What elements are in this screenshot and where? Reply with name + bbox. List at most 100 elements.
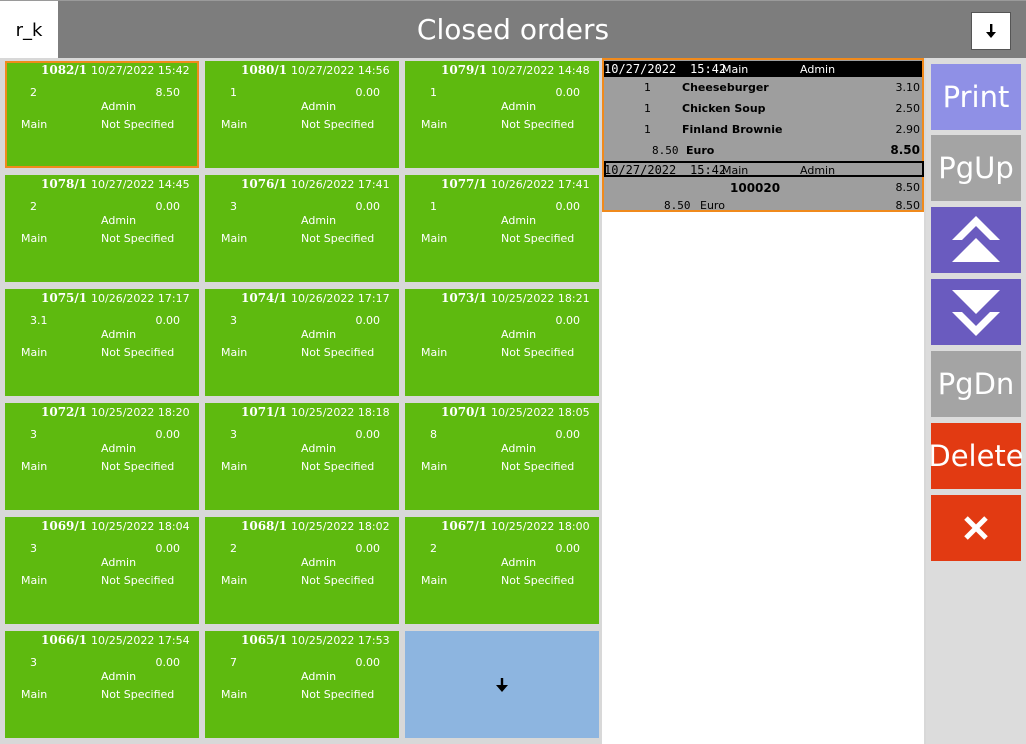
order-tile[interactable]: 1077/1 10/26/2022 17:41 1 Admin Main Not Spec… — [405, 175, 599, 282]
payment-time: 15:42 — [690, 163, 727, 177]
order-amount: 0.00 — [555, 428, 581, 441]
order-number: 1069/1 — [41, 519, 88, 533]
waiter-name: Admin — [301, 328, 337, 341]
item-price: 3.10 — [895, 81, 921, 94]
guest-count: 3 — [30, 428, 37, 441]
order-number: 1075/1 — [41, 291, 88, 305]
close-icon — [964, 516, 988, 540]
hall-name: Main — [21, 118, 48, 131]
order-amount: 0.00 — [355, 656, 381, 669]
receipt-hall: Main — [722, 63, 749, 76]
waiter-name: Admin — [301, 556, 337, 569]
order-datetime: 10/25/2022 18:20 — [91, 406, 190, 419]
guest-count: 3.1 — [30, 314, 48, 327]
order-datetime: 10/25/2022 18:02 — [291, 520, 390, 533]
order-amount: 0.00 — [555, 86, 581, 99]
hall-name: Main — [221, 118, 248, 131]
hall-name: Main — [21, 688, 48, 701]
total-currency: Euro — [686, 144, 715, 157]
delete-button[interactable]: Delete — [928, 423, 1024, 489]
order-datetime: 10/27/2022 15:42 — [91, 64, 190, 77]
order-tile[interactable]: 1066/1 10/25/2022 17:54 3 Admin Main Not Spec… — [5, 631, 199, 738]
hall-name: Main — [421, 574, 448, 587]
action-sidebar: Print PgUp PgDn Delete — [926, 58, 1026, 744]
order-tile[interactable]: 1067/1 10/25/2022 18:00 2 Admin Main Not Spec… — [405, 517, 599, 624]
double-chevron-down-icon — [952, 290, 1000, 336]
more-orders-button[interactable] — [405, 631, 599, 738]
table-name: Not Specified — [501, 232, 575, 245]
close-button[interactable] — [931, 495, 1021, 561]
receipt-header: 10/27/2022 15:42 Main Admin — [604, 61, 922, 77]
order-tile[interactable]: 1070/1 10/25/2022 18:05 8 Admin Main Not Spec… — [405, 403, 599, 510]
order-tile[interactable]: 1080/1 10/27/2022 14:56 1 Admin Main Not Spec… — [205, 61, 399, 168]
receipt-date: 10/27/2022 — [604, 62, 677, 76]
waiter-name: Admin — [501, 328, 537, 341]
order-tile[interactable]: 1075/1 10/26/2022 17:17 3.1 Admin Main Not Sp… — [5, 289, 199, 396]
scroll-down-button[interactable] — [931, 279, 1021, 345]
order-tile[interactable]: 1073/1 10/25/2022 18:21 Admin Main Not Speci… — [405, 289, 599, 396]
table-name: Not Specified — [101, 460, 175, 473]
pgup-button[interactable]: PgUp — [931, 135, 1021, 201]
hall-name: Main — [421, 460, 448, 473]
order-number: 1080/1 — [241, 63, 288, 77]
order-datetime: 10/26/2022 17:17 — [91, 292, 190, 305]
order-amount: 0.00 — [555, 200, 581, 213]
order-amount: 0.00 — [155, 656, 181, 669]
table-name: Not Specified — [301, 688, 375, 701]
table-name: Not Specified — [101, 346, 175, 359]
guest-count: 2 — [430, 542, 437, 555]
waiter-name: Admin — [101, 100, 137, 113]
waiter-name: Admin — [101, 214, 137, 227]
order-number: 1073/1 — [441, 291, 488, 305]
payment-code: 100020 — [730, 181, 781, 195]
order-amount: 0.00 — [555, 542, 581, 555]
order-tile[interactable]: 1074/1 10/26/2022 17:17 3 Admin Main Not Spec… — [205, 289, 399, 396]
guest-count: 3 — [30, 656, 37, 669]
payment-header: 10/27/2022 15:42 Main Admin — [604, 161, 924, 177]
order-number: 1070/1 — [441, 405, 488, 419]
table-name: Not Specified — [301, 232, 375, 245]
order-tile[interactable]: 1069/1 10/25/2022 18:04 3 Admin Main Not Spec… — [5, 517, 199, 624]
header-bar: r_k Closed orders — [0, 0, 1026, 59]
order-datetime: 10/26/2022 17:41 — [291, 178, 390, 191]
arrow-down-icon — [496, 677, 508, 692]
table-name: Not Specified — [501, 460, 575, 473]
print-button[interactable]: Print — [931, 64, 1021, 130]
order-tile[interactable]: 1071/1 10/25/2022 18:18 3 Admin Main Not Spec… — [205, 403, 399, 510]
order-number: 1074/1 — [241, 291, 288, 305]
hall-name: Main — [421, 118, 448, 131]
order-tile[interactable]: 1076/1 10/26/2022 17:41 3 Admin Main Not Spec… — [205, 175, 399, 282]
order-tile[interactable]: 1068/1 10/25/2022 18:02 2 Admin Main Not Spec… — [205, 517, 399, 624]
hall-name: Main — [221, 574, 248, 587]
waiter-name: Admin — [101, 442, 137, 455]
order-datetime: 10/25/2022 18:18 — [291, 406, 390, 419]
total-value: 8.50 — [890, 143, 920, 157]
order-tile[interactable]: 1079/1 10/27/2022 14:48 1 Admin Main Not Spec… — [405, 61, 599, 168]
waiter-name: Admin — [501, 214, 537, 227]
scroll-up-button[interactable] — [931, 207, 1021, 273]
hall-name: Main — [221, 232, 248, 245]
order-tile[interactable]: 1072/1 10/25/2022 18:20 3 Admin Main Not Spec… — [5, 403, 199, 510]
order-datetime: 10/27/2022 14:56 — [291, 64, 390, 77]
item-price: 2.90 — [895, 123, 921, 136]
table-name: Not Specified — [501, 574, 575, 587]
pgdn-button[interactable]: PgDn — [931, 351, 1021, 417]
table-name: Not Specified — [101, 574, 175, 587]
header-scroll-button[interactable] — [971, 12, 1011, 50]
waiter-name: Admin — [301, 214, 337, 227]
receipt[interactable]: 10/27/2022 15:42 Main Admin 1 Cheeseburg… — [602, 58, 924, 212]
order-number: 1072/1 — [41, 405, 88, 419]
order-tile[interactable]: 1082/1 10/27/2022 15:42 2 Admin Main Not Spec… — [5, 61, 199, 168]
order-amount: 0.00 — [155, 542, 181, 555]
guest-count: 1 — [230, 86, 237, 99]
payment-code-total: 8.50 — [895, 181, 921, 194]
order-datetime: 10/25/2022 18:00 — [491, 520, 590, 533]
order-number: 1079/1 — [441, 63, 488, 77]
order-tile[interactable]: 1078/1 10/27/2022 14:45 2 Admin Main Not Spec… — [5, 175, 199, 282]
receipt-panel: 10/27/2022 15:42 Main Admin 1 Cheeseburg… — [602, 58, 924, 744]
table-name: Not Specified — [301, 346, 375, 359]
hall-name: Main — [221, 460, 248, 473]
order-tile[interactable]: 1065/1 10/25/2022 17:53 7 Admin Main Not Spec… — [205, 631, 399, 738]
order-amount: 0.00 — [555, 314, 581, 327]
order-datetime: 10/25/2022 18:21 — [491, 292, 590, 305]
